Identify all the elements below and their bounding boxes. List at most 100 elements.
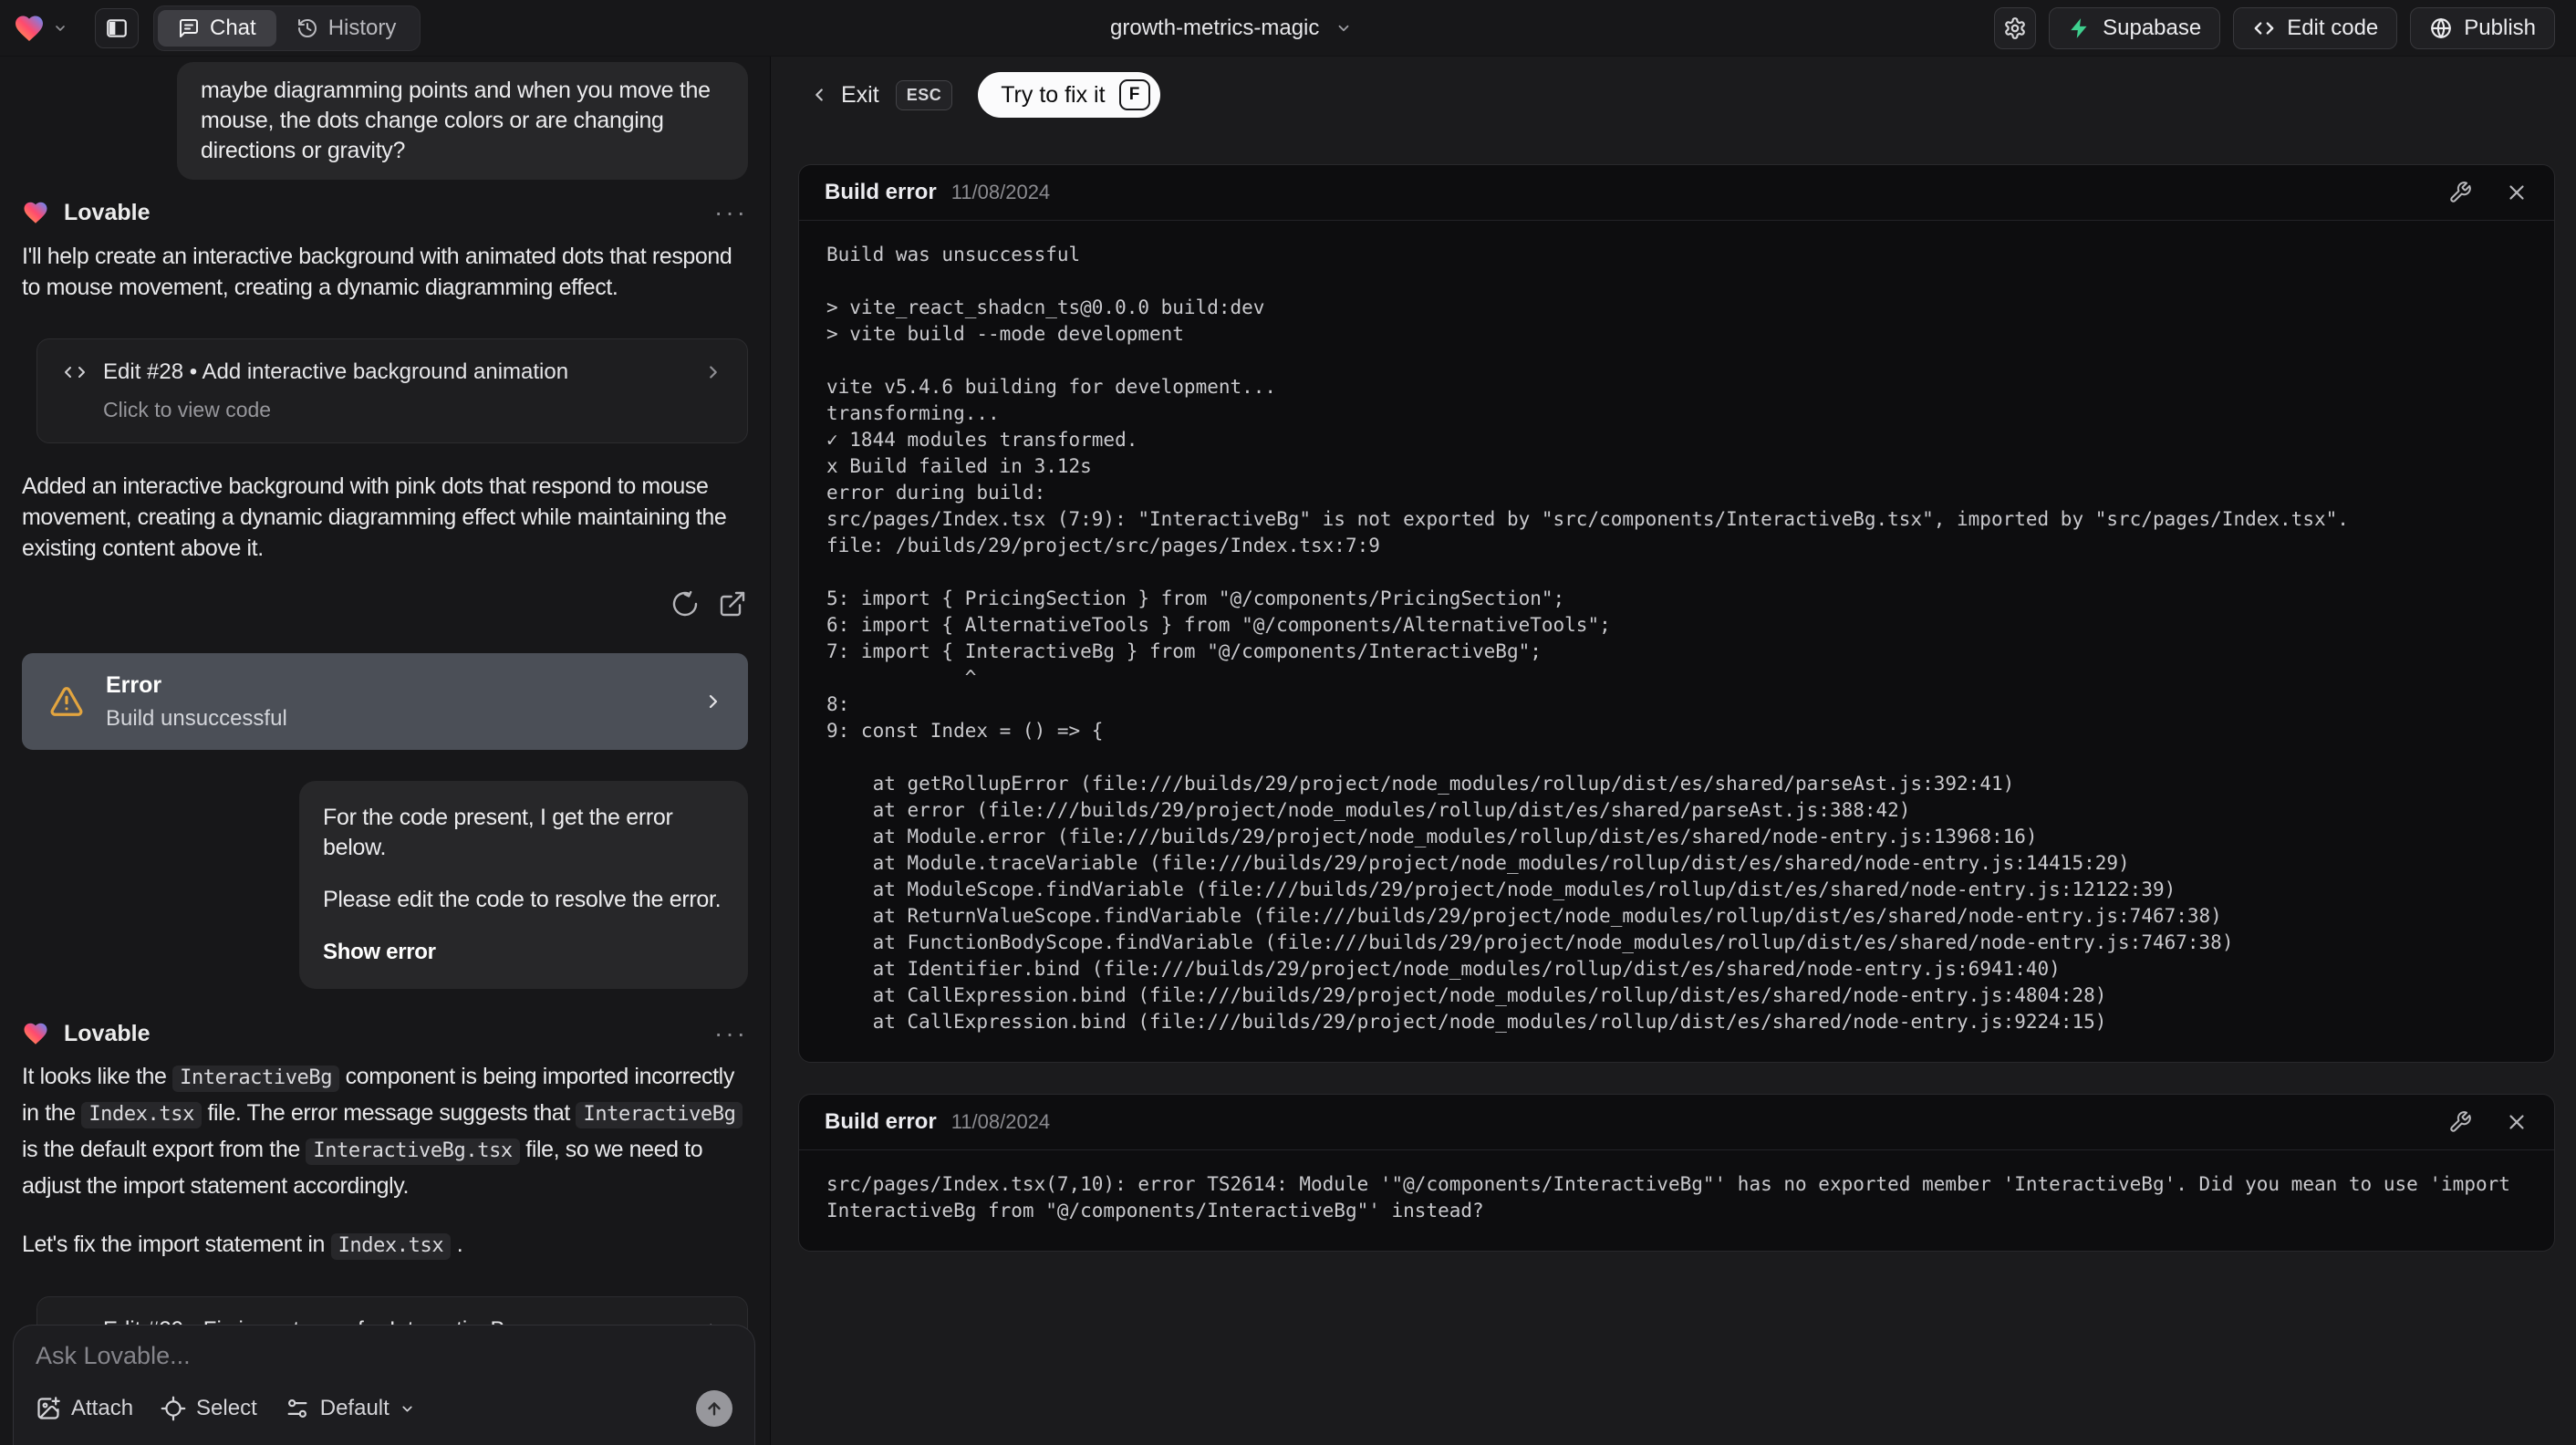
close-button[interactable] xyxy=(2505,1110,2529,1134)
user-message-bubble: maybe diagramming points and when you mo… xyxy=(177,62,748,180)
assistant-message-text: I'll help create an interactive backgrou… xyxy=(22,244,732,300)
fix-with-tool-button[interactable] xyxy=(2448,181,2472,204)
attach-button[interactable]: Attach xyxy=(36,1396,133,1421)
preview-panel: Exit ESC Try to fix it F Build error 11/… xyxy=(770,57,2576,1445)
image-plus-icon xyxy=(37,1397,60,1419)
chevron-down-icon xyxy=(1338,25,1349,31)
fix-with-tool-button[interactable] xyxy=(2448,1110,2472,1134)
sliders-icon xyxy=(287,1399,307,1418)
chat-bubble-icon xyxy=(180,18,198,37)
chevron-right-icon xyxy=(709,694,718,709)
close-icon xyxy=(2509,1115,2524,1129)
error-panel-title: Build error xyxy=(825,1109,937,1134)
build-error-log: src/pages/Index.tsx(7,10): error TS2614:… xyxy=(826,1173,2522,1221)
chat-messages: maybe diagramming points and when you mo… xyxy=(0,57,770,1401)
chat-history-tabs: Chat History xyxy=(153,5,421,51)
chat-panel: maybe diagramming points and when you mo… xyxy=(0,57,770,1445)
lovable-heart-icon xyxy=(24,1023,47,1045)
lovable-heart-icon xyxy=(16,16,43,41)
edit-card-title: Edit #28 • Add interactive background an… xyxy=(103,359,569,384)
error-panel-date: 11/08/2024 xyxy=(950,1110,1051,1133)
tab-chat[interactable]: Chat xyxy=(158,9,276,47)
wrench-icon xyxy=(2450,182,2471,203)
build-error-log: Build was unsuccessful > vite_react_shad… xyxy=(826,244,2349,1033)
chevron-down-icon xyxy=(56,25,65,31)
error-panel-header: Build error 11/08/2024 xyxy=(799,165,2554,221)
topbar: Chat History growth-metrics-magic Supaba… xyxy=(0,0,2576,57)
refresh-icon xyxy=(672,590,698,617)
crosshair-icon xyxy=(161,1396,186,1421)
assistant-name: Lovable xyxy=(64,1020,151,1046)
error-card-subtitle: Build unsuccessful xyxy=(106,705,287,731)
preview-toolbar: Exit ESC Try to fix it F xyxy=(809,72,2576,118)
publish-label: Publish xyxy=(2464,15,2536,40)
history-clock-icon xyxy=(297,18,317,37)
message-actions xyxy=(22,588,748,619)
exit-label: Exit xyxy=(841,81,879,108)
wrench-icon xyxy=(2450,1111,2471,1132)
user-message-text: maybe diagramming points and when you mo… xyxy=(201,78,711,163)
settings-button[interactable] xyxy=(1994,6,2037,49)
toggle-sidebar-button[interactable] xyxy=(95,7,139,48)
edit-card-28[interactable]: Edit #28 • Add interactive background an… xyxy=(36,338,748,443)
select-label: Select xyxy=(196,1396,257,1420)
build-error-panel-1: Build error 11/08/2024 Build was unsucce… xyxy=(798,164,2555,1063)
close-button[interactable] xyxy=(2505,181,2529,204)
external-link-icon xyxy=(720,591,745,617)
build-error-card[interactable]: Error Build unsuccessful xyxy=(22,653,748,750)
attach-label: Attach xyxy=(71,1396,134,1420)
topbar-actions: Supabase Edit code Publish xyxy=(1994,6,2555,49)
project-switcher[interactable]: growth-metrics-magic xyxy=(1110,16,1352,41)
error-panel-header: Build error 11/08/2024 xyxy=(799,1095,2554,1150)
tab-chat-label: Chat xyxy=(210,15,256,40)
error-panel-title: Build error xyxy=(825,180,937,204)
user-message-bubble: For the code present, I get the error be… xyxy=(299,781,748,989)
chevron-left-icon xyxy=(815,88,823,101)
code-brackets-icon xyxy=(65,367,85,378)
build-error-panel-2: Build error 11/08/2024 src/pages/Index.t… xyxy=(798,1094,2555,1252)
composer: Attach Select Default xyxy=(13,1325,755,1445)
publish-button[interactable]: Publish xyxy=(2410,6,2555,49)
supabase-button[interactable]: Supabase xyxy=(2049,6,2221,49)
error-card-title: Error xyxy=(106,671,162,698)
code-brackets-icon xyxy=(2254,21,2274,35)
fix-shortcut-badge: F xyxy=(1118,79,1150,110)
logo-group[interactable] xyxy=(13,12,68,45)
arrow-up-icon xyxy=(708,1402,721,1416)
user-message-text: For the code present, I get the error be… xyxy=(323,805,673,860)
message-menu-button[interactable]: ··· xyxy=(714,200,748,225)
close-icon xyxy=(2509,185,2524,200)
exit-button[interactable]: Exit ESC xyxy=(809,79,953,110)
try-to-fix-button[interactable]: Try to fix it F xyxy=(978,72,1160,118)
fix-button-label: Try to fix it xyxy=(1001,81,1106,108)
assistant-message-header: Lovable ··· xyxy=(22,199,748,226)
tab-history[interactable]: History xyxy=(276,10,417,47)
send-button[interactable] xyxy=(696,1390,732,1427)
assistant-message-text: Added an interactive background with pin… xyxy=(22,473,727,561)
project-name: growth-metrics-magic xyxy=(1110,15,1320,40)
globe-icon xyxy=(2431,17,2452,38)
chat-input[interactable] xyxy=(36,1342,732,1384)
restore-button[interactable] xyxy=(670,588,701,619)
edit-code-label: Edit code xyxy=(2287,15,2379,40)
error-panel-date: 11/08/2024 xyxy=(950,181,1051,203)
assistant-message-text: It looks like the InteractiveBg componen… xyxy=(22,1059,749,1203)
panel-left-icon xyxy=(107,18,127,37)
mode-label: Default xyxy=(319,1396,390,1420)
tab-history-label: History xyxy=(327,15,397,40)
message-menu-button[interactable]: ··· xyxy=(714,1021,748,1046)
lovable-heart-icon xyxy=(24,202,47,224)
supabase-bolt-icon xyxy=(2071,17,2087,38)
esc-shortcut-badge: ESC xyxy=(895,79,953,110)
chevron-down-icon xyxy=(402,1406,412,1411)
open-preview-button[interactable] xyxy=(717,588,748,619)
supabase-label: Supabase xyxy=(2103,15,2202,40)
warning-triangle-icon xyxy=(50,687,83,716)
edit-code-button[interactable]: Edit code xyxy=(2233,6,2398,49)
assistant-message-text: Let's fix the import statement in Index.… xyxy=(22,1227,749,1263)
assistant-message-header: Lovable ··· xyxy=(22,1020,748,1047)
mode-select[interactable]: Default xyxy=(285,1396,415,1421)
select-element-button[interactable]: Select xyxy=(161,1396,257,1421)
gear-icon xyxy=(2005,16,2025,39)
show-error-link[interactable]: Show error xyxy=(323,937,724,967)
